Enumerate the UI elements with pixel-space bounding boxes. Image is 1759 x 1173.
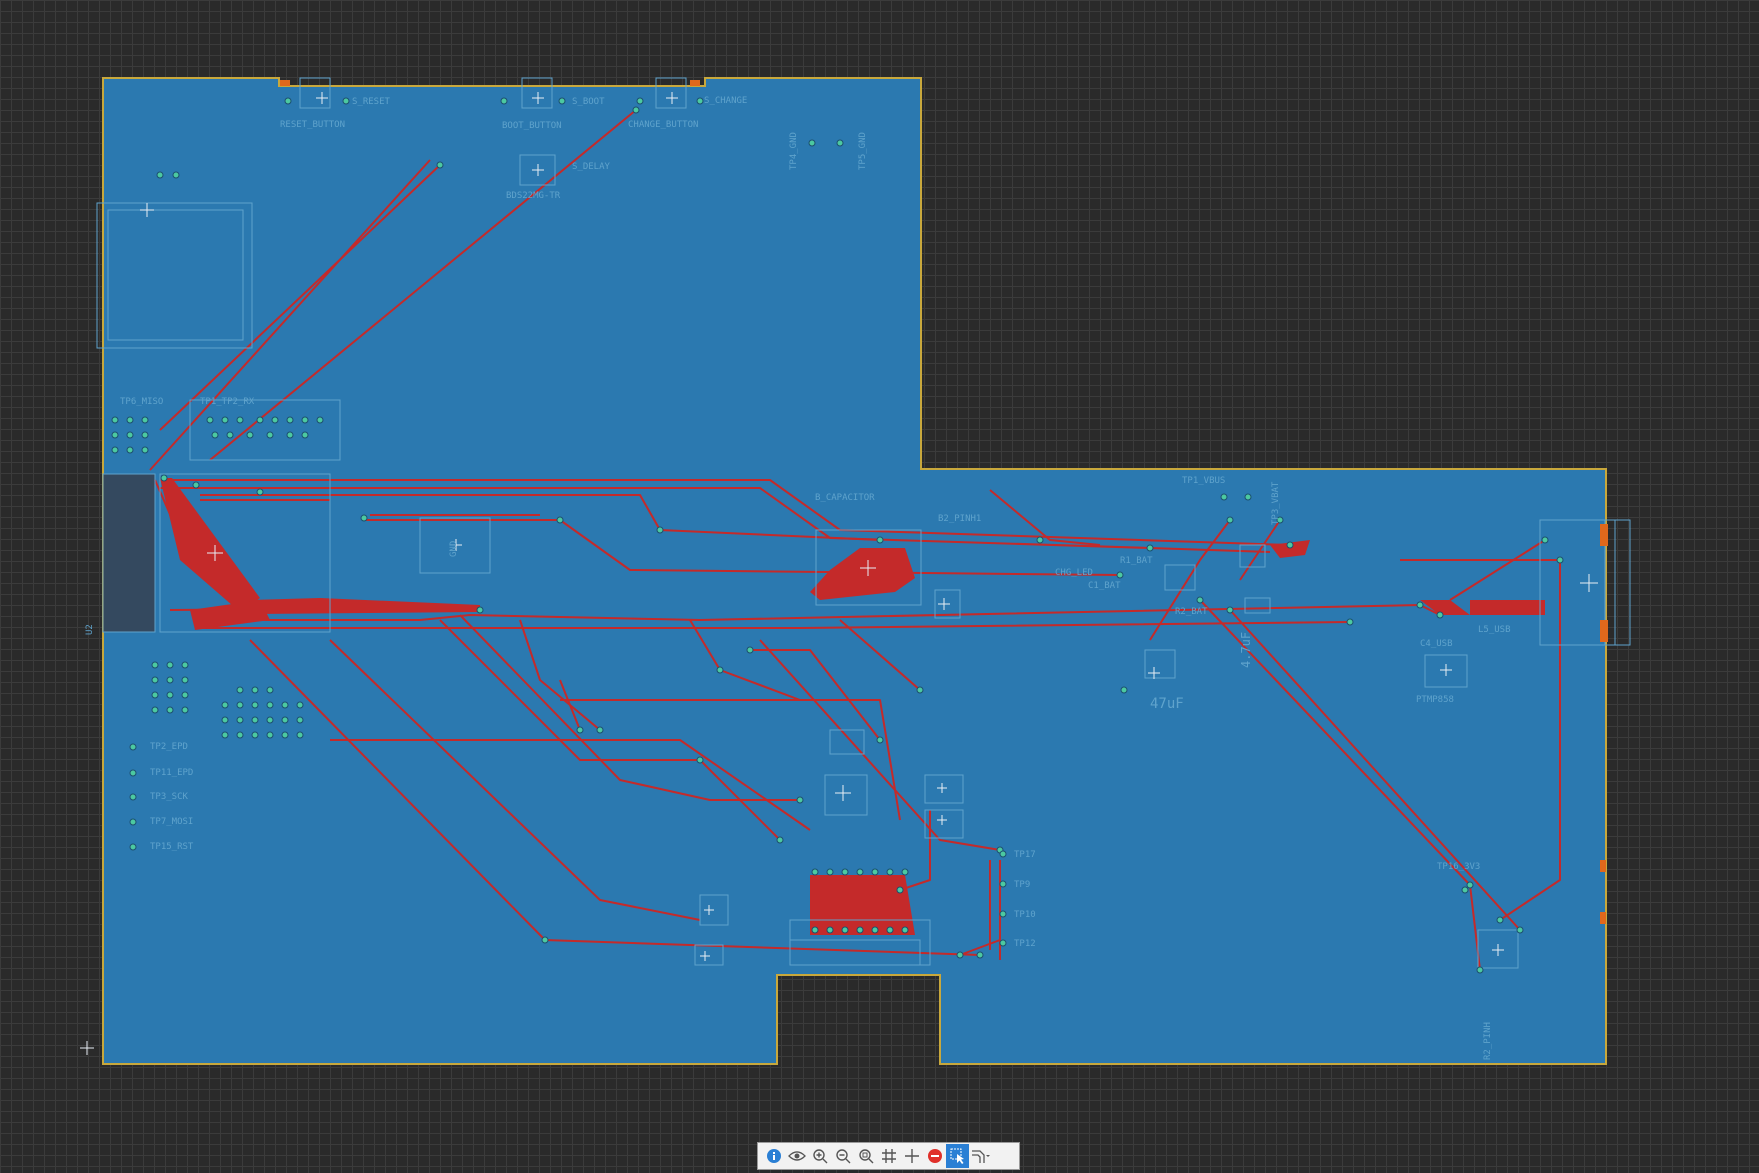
label-b2-pinh1: B2_PINH1 (938, 514, 981, 524)
stop-button[interactable] (923, 1144, 946, 1168)
label-tp10: TP10 (1014, 910, 1036, 920)
label-bds: BDS22MG-TR (506, 191, 561, 201)
connector-pad-area (103, 474, 155, 632)
label-tp11-epd: TP11_EPD (150, 768, 193, 778)
label-gnd: GND (449, 541, 459, 557)
label-47uf: 47uF (1150, 696, 1184, 712)
zoom-fit-button[interactable] (854, 1144, 877, 1168)
pcb-board[interactable]: U2 RESET_BUTTON S_RESET BOOT_BUTTON S_BO… (0, 0, 1759, 1173)
crosshair-button[interactable] (900, 1144, 923, 1168)
label-c4-usb: C4_USB (1420, 639, 1453, 649)
label-tp7-mosi: TP7_MOSI (150, 817, 193, 827)
label-tp6-miso: TP6_MISO (120, 397, 163, 407)
label-tp1-vbus: TP1_VBUS (1182, 476, 1225, 486)
stop-icon (927, 1149, 942, 1163)
zoom-fit-icon (858, 1149, 873, 1164)
label-4-7uf: 4.7uF (1239, 632, 1253, 668)
visibility-button[interactable] (785, 1144, 808, 1168)
label-s-delay: S_DELAY (572, 162, 611, 172)
label-tp12: TP12 (1014, 939, 1036, 949)
label-tp3-vbat: TP3_VBAT (1271, 481, 1281, 525)
zoom-in-button[interactable] (808, 1144, 831, 1168)
zoom-out-button[interactable] (831, 1144, 854, 1168)
grid-icon (881, 1149, 896, 1163)
label-ptmp: PTMP858 (1416, 695, 1454, 705)
zoom-in-icon (812, 1149, 827, 1164)
label-tp2-epd: TP2_EPD (150, 742, 188, 752)
zoom-out-icon (835, 1149, 850, 1164)
info-icon (766, 1149, 781, 1163)
label-reset-button: RESET_BUTTON (280, 120, 345, 130)
eye-icon (787, 1151, 806, 1161)
label-b-capacitor: B_CAPACITOR (815, 493, 875, 503)
label-tp9: TP9 (1014, 880, 1030, 890)
label-tp4-gnd: TP4_GND (789, 132, 799, 170)
label-s-boot: S_BOOT (572, 97, 605, 107)
label-r2-pinh: R2_PINH (1483, 1022, 1493, 1060)
route-icon (971, 1150, 990, 1163)
label-chg-led: CHG_LED (1055, 568, 1093, 578)
label-l5-usb: L5_USB (1478, 625, 1511, 635)
label-u2: U2 (85, 624, 95, 635)
select-button[interactable] (946, 1144, 969, 1168)
label-tp5-gnd: TP5_GND (858, 132, 868, 170)
label-tp16-3v3: TP16_3V3 (1437, 862, 1480, 872)
view-toolbar (757, 1142, 1020, 1170)
label-boot-button: BOOT_BUTTON (502, 121, 562, 131)
label-tp3-sck: TP3_SCK (150, 792, 189, 802)
grid-button[interactable] (877, 1144, 900, 1168)
label-c1-bat: C1_BAT (1088, 581, 1121, 591)
label-tp15-rst: TP15_RST (150, 842, 194, 852)
label-tp17: TP17 (1014, 850, 1036, 860)
label-r1-bat: R1_BAT (1120, 556, 1153, 566)
label-r2-bat: R2_BAT (1175, 607, 1208, 617)
label-tp1-tp2-rx: TP1_TP2_RX (200, 397, 255, 407)
info-button[interactable] (762, 1144, 785, 1168)
crosshair-icon (904, 1149, 919, 1163)
route-button[interactable] (969, 1144, 992, 1168)
label-s-reset: S_RESET (352, 97, 391, 107)
label-s-change: S_CHANGE (704, 96, 747, 106)
pcb-canvas[interactable]: U2 RESET_BUTTON S_RESET BOOT_BUTTON S_BO… (0, 0, 1759, 1173)
label-change-button: CHANGE_BUTTON (628, 120, 698, 130)
select-icon (950, 1148, 964, 1164)
